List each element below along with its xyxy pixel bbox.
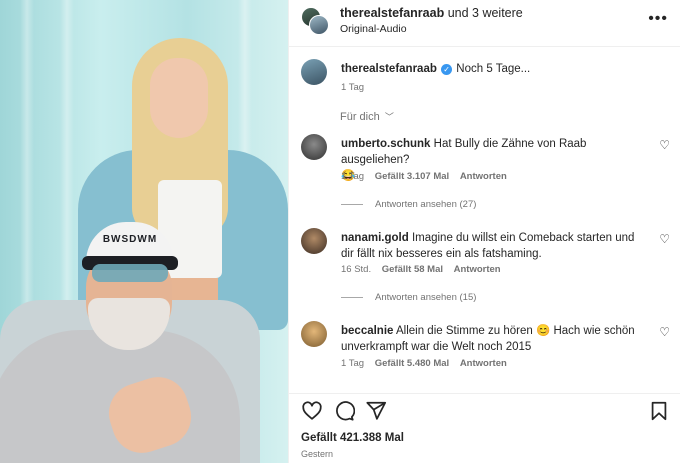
comment-item: nanami.gold Imagine du willst ein Comeba… <box>301 228 670 308</box>
reply-button[interactable]: Antworten <box>454 264 501 275</box>
man-sunglasses <box>92 264 168 282</box>
comment-text: nanami.gold Imagine du willst ein Comeba… <box>341 230 640 262</box>
comment-likes[interactable]: Gefällt 5.480 Mal <box>375 358 449 369</box>
comment-time: 16 Std. <box>341 264 372 275</box>
likes-count[interactable]: Gefällt 421.388 Mal <box>301 432 404 444</box>
heart-icon[interactable]: ♡ <box>659 138 670 152</box>
cap-logo-text: BWSDWM <box>102 234 158 245</box>
comment-item: umberto.schunk Hat Bully die Zähne von R… <box>301 134 670 214</box>
header-username-line[interactable]: therealstefanraab und 3 weitere <box>340 6 523 20</box>
view-replies-label: Antworten ansehen (15) <box>375 292 477 303</box>
bookmark-icon[interactable] <box>648 400 670 422</box>
caption-username[interactable]: therealstefanraab <box>341 63 437 75</box>
comment-meta: 16 Std. Gefällt 58 Mal Antworten <box>341 264 501 275</box>
post-media[interactable]: BWSDWM <box>0 0 288 463</box>
caption-content: Noch 5 Tage... <box>456 63 531 75</box>
comment-time: 1 Tag <box>341 358 365 369</box>
caption-time: 1 Tag <box>341 82 365 93</box>
post-panel: therealstefanraab und 3 weitere Original… <box>288 0 680 463</box>
comment-meta: 1 Tag Gefällt 3.107 Mal Antworten <box>341 171 507 182</box>
comment-likes[interactable]: Gefällt 58 Mal <box>382 264 443 275</box>
reply-button[interactable]: Antworten <box>460 358 507 369</box>
view-replies[interactable]: Antworten ansehen (27) <box>341 199 476 210</box>
collab-avatars[interactable] <box>301 7 329 35</box>
comments-section: therealstefanraab ✓ Noch 5 Tage... 1 Tag… <box>289 47 680 393</box>
comment-meta: 1 Tag Gefällt 5.480 Mal Antworten <box>341 358 507 369</box>
comment-icon[interactable] <box>333 400 355 422</box>
comment-username[interactable]: beccalnie <box>341 325 393 337</box>
heart-icon[interactable]: ♡ <box>659 232 670 246</box>
heart-icon[interactable] <box>301 400 323 422</box>
avatar[interactable] <box>301 134 327 160</box>
share-icon[interactable] <box>365 400 387 422</box>
post-header: therealstefanraab und 3 weitere Original… <box>289 0 680 47</box>
avatar[interactable] <box>301 228 327 254</box>
view-replies[interactable]: Antworten ansehen (15) <box>341 292 476 303</box>
reply-button[interactable]: Antworten <box>460 171 507 182</box>
chevron-down-icon: ﹀ <box>384 112 394 122</box>
divider <box>341 297 363 298</box>
caption: therealstefanraab ✓ Noch 5 Tage... 1 Tag <box>301 59 670 99</box>
verified-badge-icon: ✓ <box>441 64 453 75</box>
comment-likes[interactable]: Gefällt 3.107 Mal <box>375 171 449 182</box>
avatar <box>309 15 329 35</box>
comment-item: beccalnie Allein die Stimme zu hören 😊 H… <box>301 321 670 381</box>
view-replies-label: Antworten ansehen (27) <box>375 199 477 210</box>
woman-face <box>150 58 208 138</box>
post-actions: Gefällt 421.388 Mal Gestern <box>289 393 680 463</box>
sort-label: Für dich <box>340 111 380 123</box>
avatar[interactable] <box>301 59 327 85</box>
comment-text: beccalnie Allein die Stimme zu hören 😊 H… <box>341 323 640 355</box>
comment-username[interactable]: nanami.gold <box>341 232 409 244</box>
header-username[interactable]: therealstefanraab <box>340 6 444 20</box>
post-date: Gestern <box>301 449 334 459</box>
comment-time: 1 Tag <box>341 171 365 182</box>
comment-username[interactable]: umberto.schunk <box>341 138 430 150</box>
audio-label[interactable]: Original-Audio <box>340 23 407 35</box>
more-dots-icon[interactable]: ••• <box>648 10 668 28</box>
avatar[interactable] <box>301 321 327 347</box>
header-and-others[interactable]: und 3 weitere <box>448 6 523 20</box>
sort-dropdown[interactable]: Für dich ﹀ <box>340 110 394 123</box>
divider <box>341 204 363 205</box>
heart-icon[interactable]: ♡ <box>659 325 670 339</box>
caption-text: therealstefanraab ✓ Noch 5 Tage... <box>341 61 640 77</box>
